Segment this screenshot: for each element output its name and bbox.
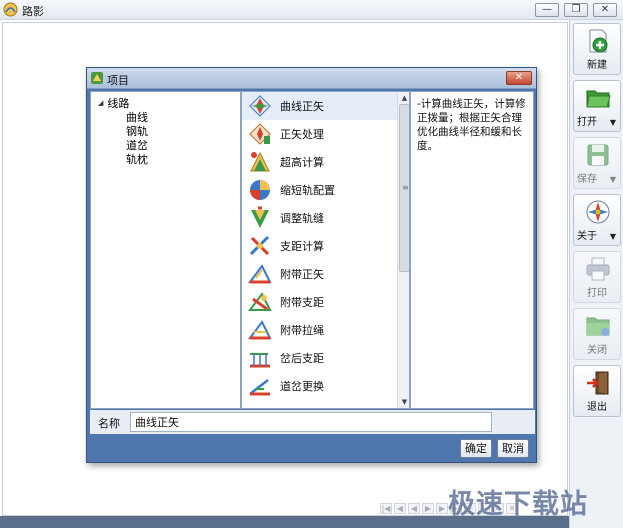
list-item-label: 支距计算	[280, 240, 324, 253]
about-compass-icon	[586, 200, 610, 224]
superelevation-icon	[250, 151, 270, 172]
exit-label: 退出	[587, 402, 607, 413]
dialog-app-icon	[91, 72, 103, 84]
print-label: 打印	[587, 288, 607, 299]
ok-button[interactable]: 确定	[460, 439, 492, 458]
minimize-button[interactable]: —	[535, 3, 559, 17]
folder-close-icon	[586, 317, 610, 336]
about-button[interactable]: 关于 ▼	[573, 194, 621, 246]
list-item-label: 附带正矢	[280, 268, 324, 281]
switch-offset-icon	[250, 353, 270, 368]
list-item-label: 岔后支距	[280, 352, 324, 365]
title-bar: 路影 — ❐ ✕	[0, 0, 623, 20]
new-label: 新建	[587, 60, 607, 71]
attached-offset-icon	[248, 292, 272, 311]
close-button[interactable]: 关闭	[573, 308, 621, 360]
list-item[interactable]: 附带拉绳	[242, 316, 397, 344]
list-item-label: 正矢处理	[280, 128, 324, 141]
right-toolbar: 新建 打开 ▼ 保存 ▼ 关于 ▼ 打印 关闭 退出	[569, 20, 623, 528]
attached-versine-icon	[248, 264, 272, 284]
pager-prev-page-button[interactable]: ◀	[394, 503, 406, 514]
list-item-label: 调整轨缝	[280, 212, 324, 225]
folder-open-icon	[586, 90, 611, 108]
window-title: 路影	[22, 5, 44, 18]
save-button[interactable]: 保存 ▼	[573, 137, 621, 189]
pager-prev-button[interactable]: ◀	[408, 503, 420, 514]
expand-triangle-icon[interactable]: ◢	[98, 99, 103, 107]
open-label: 打开	[577, 117, 597, 128]
pager-next-page-button[interactable]: ▶	[436, 503, 448, 514]
save-disk-icon	[587, 144, 609, 166]
project-dialog: 项目 ✕ ◢ 线路 曲线 钢轨 道岔 轨枕 曲线正矢 正矢处理 超高计算 缩短轨…	[86, 67, 537, 463]
list-item[interactable]: 调整轨缝	[242, 204, 397, 232]
printer-icon	[586, 257, 610, 281]
scroll-up-icon[interactable]: ▲	[399, 92, 409, 104]
category-tree: ◢ 线路 曲线 钢轨 道岔 轨枕	[90, 91, 241, 409]
exit-button[interactable]: 退出	[573, 365, 621, 417]
list-item[interactable]: 缩短轨配置	[242, 176, 397, 204]
list-item[interactable]: 正矢处理	[242, 120, 397, 148]
list-scrollbar[interactable]: ▲ ≡ ▼	[397, 92, 409, 408]
save-label: 保存	[577, 174, 597, 185]
function-list: 曲线正矢 正矢处理 超高计算 缩短轨配置 调整轨缝 支距计算 附带正矢 附带支距…	[241, 91, 410, 409]
rail-config-icon	[250, 180, 270, 200]
print-button[interactable]: 打印	[573, 251, 621, 303]
list-item[interactable]: 道岔更换	[242, 372, 397, 400]
grip-icon: ≡	[402, 183, 409, 192]
scroll-down-icon[interactable]: ▼	[399, 396, 409, 408]
exit-door-icon	[587, 371, 609, 395]
list-item-label: 道岔更换	[280, 380, 324, 393]
dialog-title-bar[interactable]: 项目 ✕	[87, 68, 536, 89]
watermark-text: 极速下载站	[448, 489, 588, 520]
restore-button[interactable]: ❐	[564, 3, 588, 17]
list-item[interactable]: 超高计算	[242, 148, 397, 176]
offset-icon	[249, 235, 270, 256]
list-item[interactable]: 附带支距	[242, 288, 397, 316]
list-item-label: 附带拉绳	[280, 324, 324, 337]
gap-icon	[251, 206, 269, 228]
name-row: 名称	[90, 410, 535, 434]
new-button[interactable]: 新建	[573, 23, 621, 75]
new-document-icon	[589, 29, 608, 53]
open-dropdown-arrow-icon[interactable]: ▼	[610, 118, 616, 127]
rope-icon	[248, 320, 272, 340]
list-item-label: 曲线正矢	[280, 100, 324, 113]
list-item[interactable]: 支距计算	[242, 232, 397, 260]
process-icon	[249, 123, 271, 145]
pager-next-button[interactable]: ▶	[422, 503, 434, 514]
switch-replace-icon	[249, 379, 270, 396]
tree-item-sleeper[interactable]: 轨枕	[126, 151, 148, 167]
scroll-thumb[interactable]: ≡	[399, 104, 409, 272]
close-window-button[interactable]: ✕	[593, 3, 617, 17]
list-item-label: 超高计算	[280, 156, 324, 169]
app-logo-icon	[3, 2, 18, 17]
list-item[interactable]: 曲线正矢	[242, 92, 397, 120]
list-item[interactable]: 附带正矢	[242, 260, 397, 288]
description-panel: -计算曲线正矢，计算修正拨量；根据正矢合理优化曲线半径和缓和长度。	[410, 91, 534, 409]
list-item-label: 附带支距	[280, 296, 324, 309]
pager-first-button[interactable]: |◀	[380, 503, 392, 514]
name-input[interactable]	[130, 412, 492, 432]
list-item[interactable]: 岔后支距	[242, 344, 397, 372]
save-dropdown-arrow-icon[interactable]: ▼	[610, 175, 616, 184]
close-label: 关闭	[587, 345, 607, 356]
dialog-close-button[interactable]: ✕	[506, 71, 532, 85]
dialog-title: 项目	[107, 74, 129, 87]
cancel-button[interactable]: 取消	[497, 439, 529, 458]
list-item-label: 缩短轨配置	[280, 184, 335, 197]
tree-root-node[interactable]: ◢ 线路	[98, 95, 129, 111]
about-dropdown-arrow-icon[interactable]: ▼	[610, 232, 616, 241]
open-button[interactable]: 打开 ▼	[573, 80, 621, 132]
name-label: 名称	[98, 417, 120, 430]
curve-icon	[249, 95, 271, 117]
about-label: 关于	[577, 231, 597, 242]
